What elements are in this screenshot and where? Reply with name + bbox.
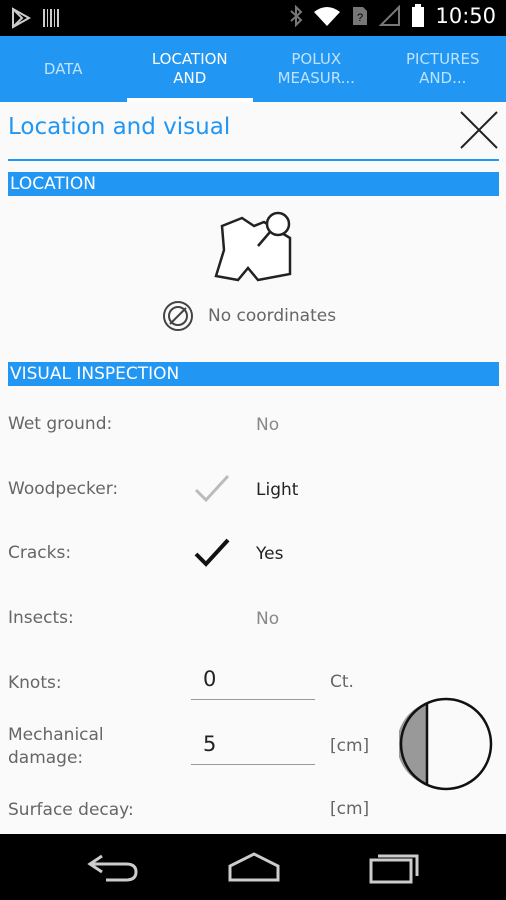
tab-polux[interactable]: POLUX MEASUR... <box>253 36 380 102</box>
cracks-label: Cracks: <box>8 543 72 563</box>
surface-decay-label: Surface decay: <box>8 800 134 820</box>
page-title: Location and visual <box>8 114 231 140</box>
insects-value[interactable]: No <box>256 609 279 629</box>
map-pin-icon[interactable] <box>212 210 296 282</box>
home-icon[interactable] <box>226 850 282 884</box>
bluetooth-icon <box>290 5 303 27</box>
battery-icon <box>412 4 425 27</box>
tab-label: PICTURES AND... <box>405 50 480 87</box>
clock: 10:50 <box>435 4 496 28</box>
mechanical-damage-unit: [cm] <box>330 736 370 756</box>
barcode-icon <box>43 9 59 27</box>
tab-label: DATA <box>43 59 83 78</box>
coordinates-text: No coordinates <box>208 306 337 326</box>
title-divider <box>8 159 499 161</box>
knots-label: Knots: <box>8 673 62 693</box>
wifi-icon <box>314 7 341 26</box>
tab-label: POLUX MEASUR... <box>277 50 355 87</box>
knots-input[interactable]: 0 <box>191 665 315 700</box>
checkmark-light-icon[interactable] <box>192 472 232 506</box>
svg-text:?: ? <box>357 12 363 24</box>
coordinates-row: No coordinates <box>162 300 336 332</box>
signal-icon <box>379 5 401 26</box>
close-icon[interactable] <box>458 109 500 151</box>
woodpecker-label: Woodpecker: <box>8 479 119 499</box>
checkmark-icon[interactable] <box>192 536 232 570</box>
insects-label: Insects: <box>8 608 74 628</box>
section-location-header: LOCATION <box>8 172 499 196</box>
mechanical-damage-label: Mechanical damage: <box>8 725 104 768</box>
surface-decay-unit: [cm] <box>330 799 370 819</box>
tab-bar: DATA LOCATION AND POLUX MEASUR... PICTUR… <box>0 36 506 102</box>
tab-data[interactable]: DATA <box>0 36 127 102</box>
mechanical-damage-input-value: 5 <box>203 732 217 756</box>
back-icon[interactable] <box>86 850 140 884</box>
title-row: Location and visual <box>0 102 506 160</box>
wet-ground-label: Wet ground: <box>8 414 113 434</box>
woodpecker-value[interactable]: Light <box>256 480 298 500</box>
recents-icon[interactable] <box>368 850 420 884</box>
knots-unit: Ct. <box>330 672 354 692</box>
cracks-value[interactable]: Yes <box>256 544 283 564</box>
sim-icon: ? <box>353 7 368 25</box>
no-location-icon <box>163 301 193 331</box>
wet-ground-value[interactable]: No <box>256 415 279 435</box>
tab-label: LOCATION AND <box>151 50 228 87</box>
status-bar: ? 10:50 <box>0 0 506 36</box>
play-store-icon <box>12 7 32 29</box>
tab-location[interactable]: LOCATION AND <box>126 36 254 102</box>
section-visual-header: VISUAL INSPECTION <box>8 362 499 386</box>
content-area: Location and visual LOCATION No coordina… <box>0 102 506 834</box>
mechanical-damage-input[interactable]: 5 <box>191 730 315 765</box>
navigation-bar <box>0 834 506 900</box>
knots-input-value: 0 <box>203 667 217 691</box>
tab-pictures[interactable]: PICTURES AND... <box>380 36 506 102</box>
damage-diagram-button[interactable] <box>399 697 493 791</box>
